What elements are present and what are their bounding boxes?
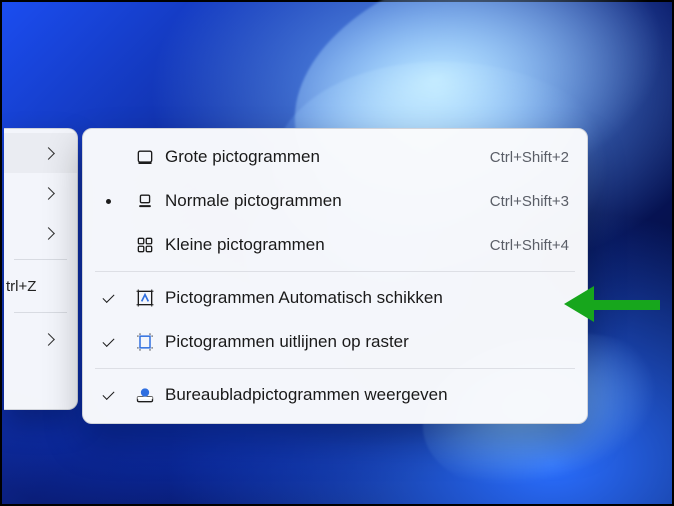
parent-menu-item[interactable]: trl+Z [4,266,77,306]
menu-item-shortcut: Ctrl+Shift+3 [490,193,569,210]
menu-item-label: Kleine pictogrammen [165,235,490,255]
radio-mark-slot [91,199,125,204]
check-icon [102,291,114,303]
radio-selected-icon [106,199,111,204]
show-desktop-icons-icon [125,385,165,405]
parent-menu-item[interactable] [4,173,77,213]
check-mark-slot [91,294,125,302]
menu-item-label: Grote pictogrammen [165,147,490,167]
menu-item-small-icons[interactable]: Kleine pictogrammen Ctrl+Shift+4 [83,223,587,267]
check-mark-slot [91,338,125,346]
menu-item-shortcut: Ctrl+Shift+4 [490,237,569,254]
menu-separator [95,368,575,369]
large-icons-icon [125,147,165,167]
check-icon [102,335,114,347]
medium-icons-icon [125,191,165,211]
chevron-right-icon [42,147,55,160]
parent-menu-shortcut: trl+Z [4,278,53,295]
check-icon [102,388,114,400]
menu-separator [14,312,67,313]
auto-arrange-icon [125,288,165,308]
small-icons-icon [125,235,165,255]
parent-menu-item[interactable] [4,213,77,253]
menu-item-label: Pictogrammen Automatisch schikken [165,288,569,308]
menu-item-label: Bureaubladpictogrammen weergeven [165,385,569,405]
chevron-right-icon [42,227,55,240]
chevron-right-icon [42,187,55,200]
view-submenu: Grote pictogrammen Ctrl+Shift+2 Normale … [82,128,588,424]
parent-context-menu: trl+Z [4,128,78,410]
menu-item-label: Pictogrammen uitlijnen op raster [165,332,569,352]
menu-item-large-icons[interactable]: Grote pictogrammen Ctrl+Shift+2 [83,135,587,179]
menu-item-align-to-grid[interactable]: Pictogrammen uitlijnen op raster [83,320,587,364]
menu-item-medium-icons[interactable]: Normale pictogrammen Ctrl+Shift+3 [83,179,587,223]
menu-item-show-desktop-icons[interactable]: Bureaubladpictogrammen weergeven [83,373,587,417]
menu-separator [14,259,67,260]
check-mark-slot [91,391,125,399]
parent-menu-item[interactable] [4,319,77,359]
parent-menu-item[interactable] [4,133,77,173]
chevron-right-icon [42,333,55,346]
menu-item-shortcut: Ctrl+Shift+2 [490,149,569,166]
menu-item-auto-arrange[interactable]: Pictogrammen Automatisch schikken [83,276,587,320]
align-to-grid-icon [125,332,165,352]
menu-item-label: Normale pictogrammen [165,191,490,211]
menu-separator [95,271,575,272]
